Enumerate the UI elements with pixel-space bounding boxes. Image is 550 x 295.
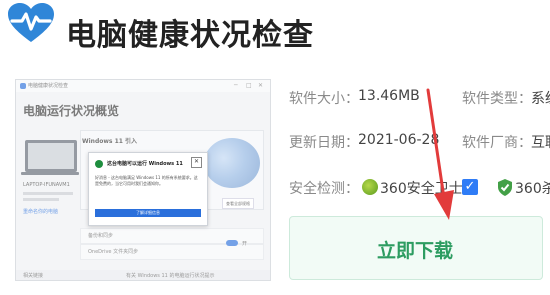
security-label: 安全检测： <box>289 181 359 197</box>
360-safeguard-icon <box>362 179 378 195</box>
dialog-title: 这台电脑可以运行 Windows 11 <box>107 161 183 167</box>
date-label: 更新日期： <box>289 135 359 151</box>
size-value: 13.46MB <box>358 88 420 104</box>
verified-check-icon: ✓ <box>462 179 478 195</box>
dialog-body-text: 好消息 - 这台电脑满足 Windows 11 的所有系统要求。这是免费的，当它… <box>95 175 198 186</box>
dialog-close-icon: ✕ <box>191 157 202 168</box>
vendor-label: 软件厂商： <box>462 135 532 151</box>
compatibility-dialog: 这台电脑可以运行 Windows 11 ✕ 好消息 - 这台电脑满足 Windo… <box>88 152 208 226</box>
download-button-label[interactable]: 立即下载 <box>289 236 541 263</box>
learn-more-button: 了解详细信息 <box>95 209 201 217</box>
type-label: 软件类型： <box>462 91 532 107</box>
vendor-value: 互联 <box>531 135 550 151</box>
health-heart-logo-icon <box>8 3 54 42</box>
security-badge-360-antivirus: 360杀 <box>515 181 550 197</box>
page-title: 电脑健康状况检查 <box>66 18 314 53</box>
app-screenshot-preview[interactable]: 电脑健康状况检查 ─ □ ✕ 电脑运行状况概览 LAPTOP-IFUNAVM1 … <box>15 79 271 281</box>
success-check-icon <box>95 160 103 168</box>
red-arrow-annotation <box>426 88 454 220</box>
360-antivirus-shield-icon <box>498 179 512 196</box>
size-label: 软件大小： <box>289 91 359 107</box>
type-value: 系统 <box>531 91 550 107</box>
